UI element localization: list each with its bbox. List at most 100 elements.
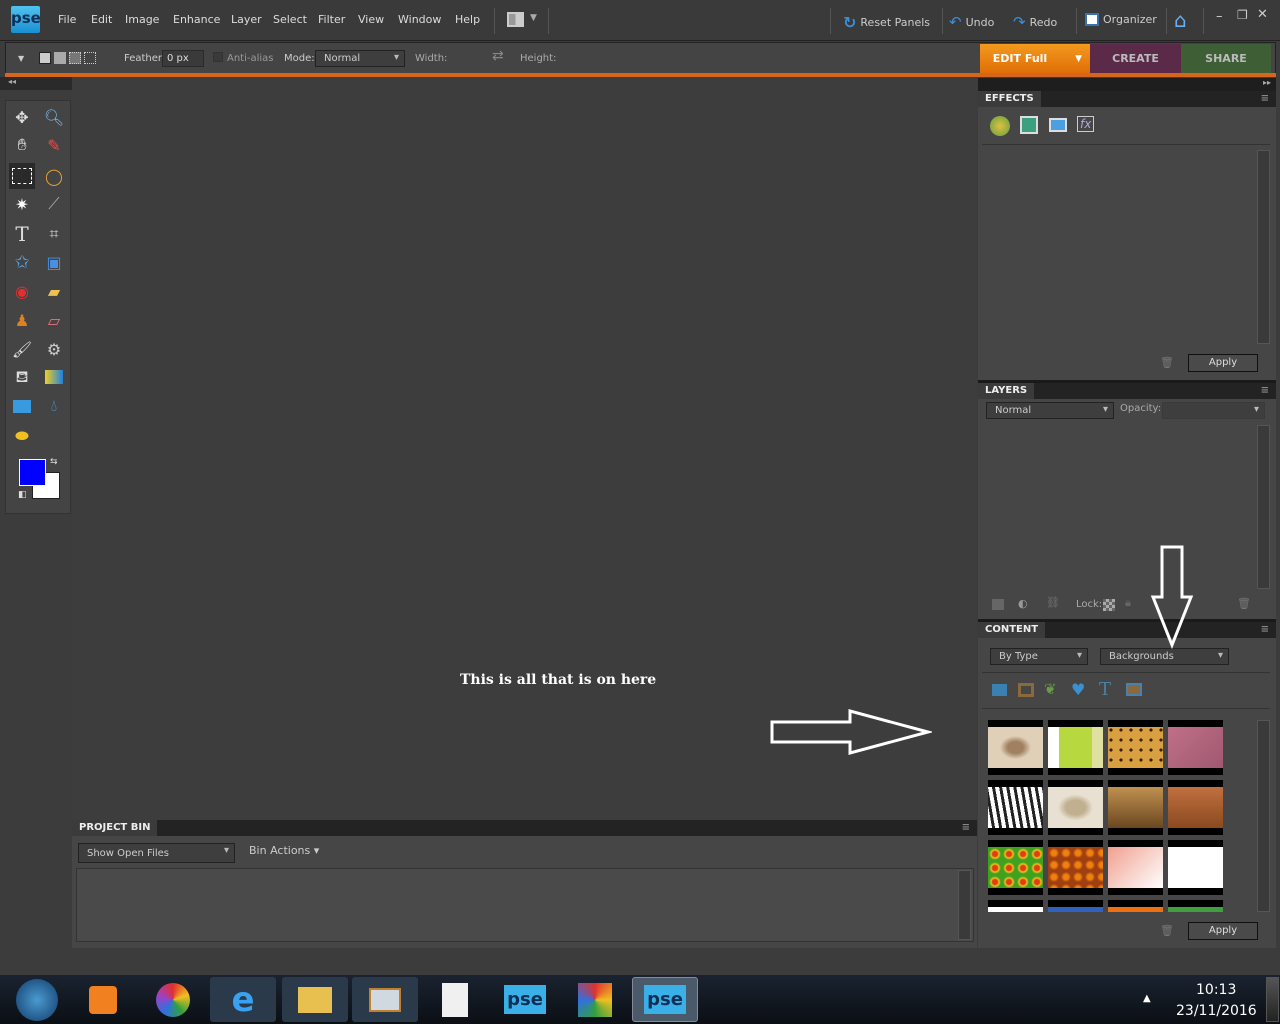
mail-icon[interactable] xyxy=(352,977,418,1022)
menu-select[interactable]: Select xyxy=(273,13,307,26)
opacity-input[interactable] xyxy=(1162,402,1265,419)
content-thumbnail-white[interactable] xyxy=(988,900,1043,912)
tool-preset-dropdown[interactable]: ▼ xyxy=(18,54,24,63)
eraser-tool-icon[interactable]: ▱ xyxy=(41,307,67,333)
layout-icon[interactable] xyxy=(507,12,524,27)
panel-menu-icon[interactable]: ≡ xyxy=(1254,383,1276,399)
marquee-tool-icon[interactable] xyxy=(9,163,35,189)
layers-scrollbar[interactable] xyxy=(1257,425,1270,589)
content-thumbnail-world-map[interactable] xyxy=(1048,780,1103,835)
shape-tool-icon[interactable] xyxy=(9,393,35,419)
photo-effects-icon[interactable] xyxy=(1049,118,1067,132)
menu-edit[interactable]: Edit xyxy=(91,13,112,26)
link-icon[interactable]: ⛓ xyxy=(1046,596,1060,609)
start-button[interactable] xyxy=(4,977,70,1022)
content-thumbnail-zebra[interactable] xyxy=(988,780,1043,835)
tab-edit[interactable]: EDIT Full ▼ xyxy=(980,44,1090,73)
mode-dropdown[interactable]: Normal xyxy=(315,50,405,67)
menu-help[interactable]: Help xyxy=(455,13,480,26)
antialias-checkbox[interactable] xyxy=(213,52,223,62)
blur-tool-icon[interactable]: 💧︎ xyxy=(41,393,67,419)
show-desktop-button[interactable] xyxy=(1266,977,1279,1022)
panel-menu-icon[interactable]: ≡ xyxy=(1254,622,1276,638)
red-eye-tool-icon[interactable]: ◉ xyxy=(9,278,35,304)
backgrounds-icon[interactable] xyxy=(992,684,1007,696)
filters-icon[interactable] xyxy=(990,116,1010,136)
collapse-toolbox-icon[interactable]: ◂◂ xyxy=(0,77,72,90)
content-thumbnail-africa-map[interactable] xyxy=(988,720,1043,775)
text-effects-icon[interactable]: T xyxy=(1099,679,1111,700)
effects-apply-button[interactable]: Apply xyxy=(1188,354,1258,372)
menu-file[interactable]: File xyxy=(58,13,76,26)
graphics-icon[interactable]: ❦ xyxy=(1044,680,1057,698)
category-dropdown[interactable]: Backgrounds xyxy=(1100,648,1229,665)
media-player-icon[interactable] xyxy=(70,977,136,1022)
sponge-tool-icon[interactable]: ⬬ xyxy=(9,423,35,449)
content-thumbnail-blue-floral[interactable] xyxy=(1048,900,1103,912)
themes-icon[interactable] xyxy=(1126,683,1142,696)
smart-brush-tool-icon[interactable]: ⚙ xyxy=(41,336,67,362)
swap-colors-icon[interactable]: ⇆ xyxy=(50,457,58,467)
clock-time[interactable]: 10:13 xyxy=(1196,982,1236,998)
content-apply-button[interactable]: Apply xyxy=(1188,922,1258,940)
picasa-icon[interactable] xyxy=(140,977,206,1022)
blend-mode-dropdown[interactable]: Normal xyxy=(986,402,1114,419)
magic-wand-tool-icon[interactable]: ✷ xyxy=(9,191,35,217)
content-thumbnail-peach-gradient[interactable] xyxy=(1108,840,1163,895)
recompose-tool-icon[interactable]: ▣ xyxy=(41,249,67,275)
paint-bucket-tool-icon[interactable]: ⛾ xyxy=(9,364,35,390)
trash-icon[interactable]: 🗑︎ xyxy=(1160,356,1174,369)
content-scrollbar[interactable] xyxy=(1257,720,1270,912)
brush-tool-icon[interactable]: 🖌︎ xyxy=(9,336,35,362)
avg-icon[interactable] xyxy=(562,977,628,1022)
bin-actions-menu[interactable]: Bin Actions ▾ xyxy=(249,844,319,857)
trash-icon[interactable]: 🗑︎ xyxy=(1160,924,1174,937)
undo-button[interactable]: ↶ Undo xyxy=(949,13,994,31)
type-tool-icon[interactable]: T xyxy=(9,221,35,247)
project-bin-scrollbar[interactable] xyxy=(958,870,971,940)
new-layer-icon[interactable] xyxy=(992,599,1004,610)
eyedropper-tool-icon[interactable]: ✎ xyxy=(41,132,67,158)
collapse-panels-icon[interactable]: ▸▸ xyxy=(978,78,1276,91)
content-thumbnail-green-scrapbook[interactable] xyxy=(1048,720,1103,775)
default-colors-icon[interactable]: ◧ xyxy=(18,490,27,500)
lasso-tool-icon[interactable]: ◯ xyxy=(41,163,67,189)
tab-create[interactable]: CREATE xyxy=(1090,44,1181,73)
pse-active-taskbar-icon[interactable]: pse xyxy=(632,977,698,1022)
content-thumbnail-leopard[interactable] xyxy=(1108,720,1163,775)
hand-tool-icon[interactable]: ✋︎ xyxy=(9,132,35,158)
content-thumbnail-green[interactable] xyxy=(1168,900,1223,912)
redo-button[interactable]: ↷ Redo xyxy=(1013,13,1057,31)
show-open-files-dropdown[interactable]: Show Open Files xyxy=(78,843,235,863)
pse-taskbar-icon[interactable]: pse xyxy=(492,977,558,1022)
menu-image[interactable]: Image xyxy=(125,13,159,26)
by-type-dropdown[interactable]: By Type xyxy=(990,648,1088,665)
add-selection-icon[interactable] xyxy=(54,52,66,64)
menu-view[interactable]: View xyxy=(358,13,384,26)
home-icon[interactable]: ⌂ xyxy=(1174,8,1187,32)
content-thumbnail-orange-leaves[interactable] xyxy=(1048,840,1103,895)
document-icon[interactable] xyxy=(422,977,488,1022)
lock-icon[interactable]: 🔒︎ xyxy=(1125,596,1131,610)
content-thumbnail-orange[interactable] xyxy=(1108,900,1163,912)
restore-icon[interactable]: ❐ xyxy=(1237,8,1248,22)
menu-enhance[interactable]: Enhance xyxy=(173,13,220,26)
minimize-icon[interactable]: – xyxy=(1216,9,1223,24)
adjustment-layer-icon[interactable]: ◐ xyxy=(1018,597,1028,610)
shapes-icon[interactable]: ♥ xyxy=(1071,680,1085,699)
effects-scrollbar[interactable] xyxy=(1257,150,1270,344)
menu-window[interactable]: Window xyxy=(398,13,441,26)
content-thumbnail-white-floral[interactable] xyxy=(1168,840,1223,895)
swap-icon[interactable]: ⇄ xyxy=(492,48,504,64)
cookie-cutter-tool-icon[interactable]: ✩ xyxy=(9,249,35,275)
menu-filter[interactable]: Filter xyxy=(318,13,345,26)
tab-share[interactable]: SHARE xyxy=(1181,44,1271,73)
frames-icon[interactable] xyxy=(1018,683,1034,697)
show-hidden-icons[interactable]: ▲ xyxy=(1143,993,1151,1004)
panel-menu-icon[interactable]: ≡ xyxy=(955,820,977,836)
internet-explorer-icon[interactable]: e xyxy=(210,977,276,1022)
reset-panels-button[interactable]: ↻ Reset Panels xyxy=(843,13,930,32)
subtract-selection-icon[interactable] xyxy=(69,52,81,64)
clock-date[interactable]: 23/11/2016 xyxy=(1176,1003,1257,1019)
quick-selection-tool-icon[interactable]: ⟋ xyxy=(41,191,67,217)
